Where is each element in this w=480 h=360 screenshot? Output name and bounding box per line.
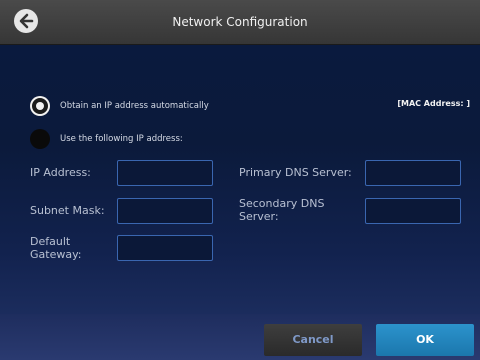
secondary-dns-label-line2: Server: xyxy=(239,210,279,223)
cancel-button[interactable]: Cancel xyxy=(264,324,362,356)
ok-button[interactable]: OK xyxy=(376,324,474,356)
mac-address-label: [MAC Address: ] xyxy=(397,99,470,108)
back-button[interactable] xyxy=(14,9,38,33)
ip-address-input[interactable] xyxy=(117,160,213,186)
network-configuration-screen: Network Configuration Obtain an IP addre… xyxy=(0,0,480,360)
title-bar: Network Configuration xyxy=(0,0,480,45)
default-gateway-label: Default Gateway: xyxy=(30,235,82,261)
radio-auto-label: Obtain an IP address automatically xyxy=(60,101,209,111)
page-title: Network Configuration xyxy=(172,15,308,29)
subnet-mask-input[interactable] xyxy=(117,198,213,224)
radio-obtain-ip-automatically[interactable]: Obtain an IP address automatically xyxy=(30,95,209,117)
secondary-dns-input[interactable] xyxy=(365,198,461,224)
ip-address-label: IP Address: xyxy=(30,166,91,179)
subnet-mask-label: Subnet Mask: xyxy=(30,204,105,217)
radio-selected-icon xyxy=(30,96,50,116)
radio-manual-label: Use the following IP address: xyxy=(60,134,183,144)
back-arrow-icon xyxy=(19,13,34,29)
secondary-dns-label-line1: Secondary DNS xyxy=(239,197,325,210)
default-gateway-input[interactable] xyxy=(117,235,213,261)
secondary-dns-label: Secondary DNS Server: xyxy=(239,197,324,223)
radio-use-following-ip[interactable]: Use the following IP address: xyxy=(30,128,183,150)
radio-unselected-icon xyxy=(30,129,50,149)
primary-dns-label: Primary DNS Server: xyxy=(239,166,352,179)
primary-dns-input[interactable] xyxy=(365,160,461,186)
default-gateway-label-line2: Gateway: xyxy=(30,248,82,261)
default-gateway-label-line1: Default xyxy=(30,235,71,248)
